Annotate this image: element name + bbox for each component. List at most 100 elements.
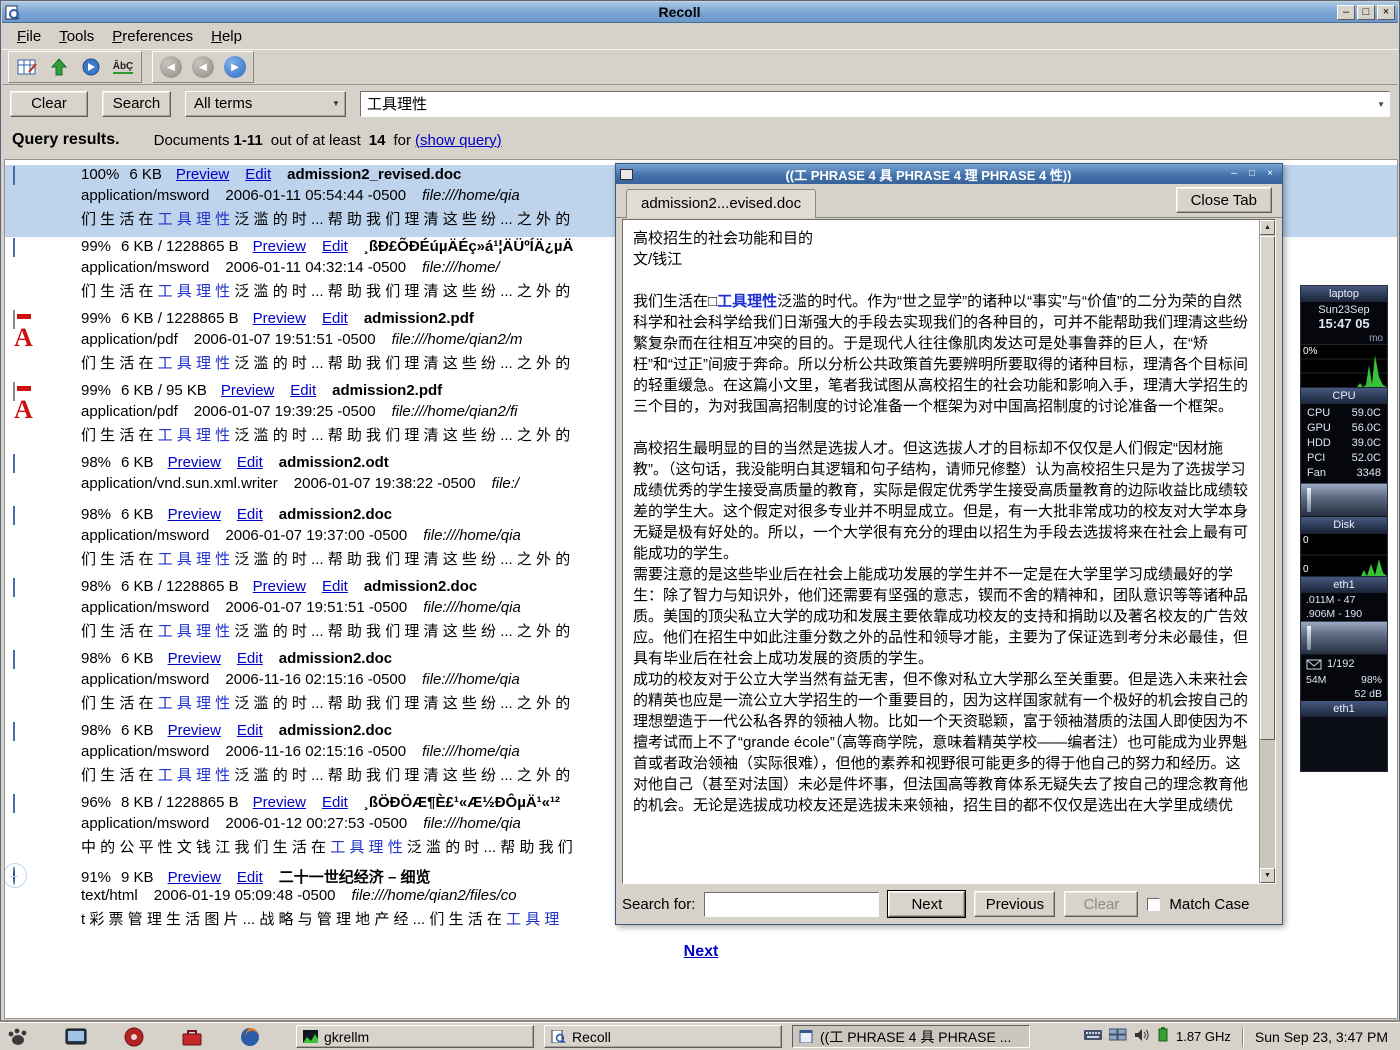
scroll-up-icon[interactable]: ▲ <box>1260 220 1275 235</box>
sort-icon[interactable] <box>45 54 73 80</box>
prev-page-icon[interactable]: ◀ <box>189 54 217 80</box>
preview-link[interactable]: Preview <box>168 506 221 523</box>
find-previous-button[interactable]: Previous <box>974 891 1055 917</box>
menu-help[interactable]: Help <box>202 25 251 48</box>
match-case-label: Match Case <box>1169 896 1249 913</box>
preview-titlebar[interactable]: ((工 PHRASE 4 具 PHRASE 4 理 PHRASE 4 性)) –… <box>616 164 1282 184</box>
preview-maximize-button[interactable]: □ <box>1244 167 1260 181</box>
result-table-icon[interactable] <box>13 54 41 80</box>
preview-link[interactable]: Preview <box>253 794 306 811</box>
menu-tools[interactable]: Tools <box>50 25 103 48</box>
menu-preferences[interactable]: Preferences <box>103 25 202 48</box>
taskbar-clock[interactable]: Sun Sep 23, 3:47 PM <box>1255 1029 1394 1045</box>
edit-link[interactable]: Edit <box>290 382 316 399</box>
search-mode-select[interactable]: All terms ▼ <box>185 91 346 117</box>
close-button[interactable]: × <box>1377 5 1395 20</box>
history-icon[interactable] <box>77 54 105 80</box>
edit-link[interactable]: Edit <box>237 506 263 523</box>
window-manager-menu-icon[interactable] <box>6 1025 30 1049</box>
find-next-button[interactable]: Next <box>888 891 965 917</box>
taskbar-task-gkrellm[interactable]: gkrellm <box>296 1025 534 1048</box>
preview-link[interactable]: Preview <box>168 722 221 739</box>
preview-close-button[interactable]: × <box>1262 167 1278 181</box>
result-url: file:///home/qia <box>423 815 521 832</box>
menu-file[interactable]: File <box>8 25 50 48</box>
spellcheck-icon[interactable]: ÂbÇ <box>109 54 137 80</box>
preview-scrollbar[interactable]: ▲ ▼ <box>1259 220 1275 883</box>
maximize-button[interactable]: □ <box>1357 5 1375 20</box>
preview-minimize-button[interactable]: – <box>1226 167 1242 181</box>
preview-link[interactable]: Preview <box>253 310 306 327</box>
volume-icon[interactable] <box>1134 1028 1150 1046</box>
preview-text-area[interactable]: 高校招生的社会功能和目的 文/钱江 我们生活在□工具理性泛滥的时代。作为“世之显… <box>622 219 1276 884</box>
main-titlebar[interactable]: Recoll – □ × <box>2 2 1398 23</box>
preview-link[interactable]: Preview <box>168 454 221 471</box>
result-filename: admission2.doc <box>279 650 392 667</box>
net-rx: .011M - 47 <box>1301 593 1387 607</box>
preview-link[interactable]: Preview <box>168 650 221 667</box>
preview-link[interactable]: Preview <box>221 382 274 399</box>
sensor-readouts: CPU59.0C GPU56.0C HDD39.0C PCI52.0C Fan3… <box>1301 404 1387 483</box>
gkrellm-monitor[interactable]: laptop Sun23Sep 15:47 05 mo 0% CPU CPU59… <box>1300 285 1388 772</box>
net-footer-label: eth1 <box>1301 701 1387 717</box>
menubar: File Tools Preferences Help <box>2 24 1398 49</box>
minimize-button[interactable]: – <box>1337 5 1355 20</box>
scroll-down-icon[interactable]: ▼ <box>1260 868 1275 883</box>
clock-panel: Sun23Sep 15:47 05 <box>1301 302 1387 333</box>
results-header: Query results. Documents 1-11 out of at … <box>2 121 1398 159</box>
find-input[interactable] <box>704 892 879 917</box>
search-button[interactable]: Search <box>102 91 171 117</box>
edit-link[interactable]: Edit <box>322 578 348 595</box>
html-file-icon <box>13 867 65 927</box>
edit-link[interactable]: Edit <box>245 166 271 183</box>
find-clear-button[interactable]: Clear <box>1064 891 1138 917</box>
close-tab-button[interactable]: Close Tab <box>1176 187 1272 213</box>
taskbar-task-preview[interactable]: ((工 PHRASE 4 具 PHRASE ... <box>792 1025 1030 1048</box>
edit-link[interactable]: Edit <box>237 869 263 886</box>
preview-window: ((工 PHRASE 4 具 PHRASE 4 理 PHRASE 4 性)) –… <box>615 163 1283 925</box>
result-url: file:///home/qian2/fi <box>392 403 518 420</box>
tray-separator <box>1242 1027 1244 1047</box>
query-history-icon[interactable]: ▼ <box>1377 100 1385 109</box>
doc-paragraph: 成功的校友对于公立大学当然有益无害，但不像对私立大学那么至关重要。但是选入未来社… <box>633 669 1249 816</box>
preview-link[interactable]: Preview <box>176 166 229 183</box>
preview-window-icon <box>620 169 633 180</box>
next-page-icon[interactable]: ▶ <box>221 54 249 80</box>
edit-link[interactable]: Edit <box>322 794 348 811</box>
result-filename: ¸ßÐ£ÕÐÉúµÄÉç»á¹¦ÄÜºÍÄ¿µÄ <box>364 238 573 255</box>
workspace-pager-icon[interactable] <box>1109 1028 1127 1046</box>
result-filename: ¸ßÖÐÖÆ¶È£­¹«Æ½ÐÔµÄ¹«¹² <box>364 794 560 811</box>
cpu-chart: 0% <box>1301 344 1387 388</box>
doc-file-icon <box>13 167 65 227</box>
result-filename: 二十一世纪经济 – 细览 <box>279 869 431 886</box>
firefox-launcher-icon[interactable] <box>238 1025 262 1049</box>
krell-meter[interactable] <box>1301 621 1387 655</box>
battery-icon[interactable] <box>1157 1027 1169 1046</box>
match-case-checkbox[interactable] <box>1147 898 1160 911</box>
clear-button[interactable]: Clear <box>10 91 88 117</box>
taskbar-task-recoll[interactable]: Recoll <box>544 1025 782 1048</box>
sound-panel: 52 dB <box>1301 687 1387 701</box>
search-input[interactable] <box>360 91 1390 117</box>
preview-link[interactable]: Preview <box>253 238 306 255</box>
keyboard-layout-icon[interactable] <box>1084 1028 1102 1046</box>
preview-tab[interactable]: admission2...evised.doc <box>626 189 816 218</box>
media-player-launcher-icon[interactable] <box>122 1025 146 1049</box>
preview-link[interactable]: Preview <box>253 578 306 595</box>
preview-link[interactable]: Preview <box>168 869 221 886</box>
show-query-link[interactable]: (show query) <box>415 132 502 149</box>
edit-link[interactable]: Edit <box>237 650 263 667</box>
terminal-launcher-icon[interactable] <box>64 1025 88 1049</box>
krell-meter[interactable] <box>1301 483 1387 517</box>
scrollbar-thumb[interactable] <box>1260 236 1275 740</box>
next-results-link[interactable]: Next <box>684 943 719 960</box>
query-results-title: Query results. <box>12 131 120 149</box>
edit-link[interactable]: Edit <box>322 238 348 255</box>
toolbox-launcher-icon[interactable] <box>180 1025 204 1049</box>
edit-link[interactable]: Edit <box>322 310 348 327</box>
result-url: file:///home/qia <box>422 671 520 688</box>
first-page-icon[interactable]: ◀ <box>157 54 185 80</box>
edit-link[interactable]: Edit <box>237 454 263 471</box>
net-section-label: eth1 <box>1301 577 1387 593</box>
edit-link[interactable]: Edit <box>237 722 263 739</box>
